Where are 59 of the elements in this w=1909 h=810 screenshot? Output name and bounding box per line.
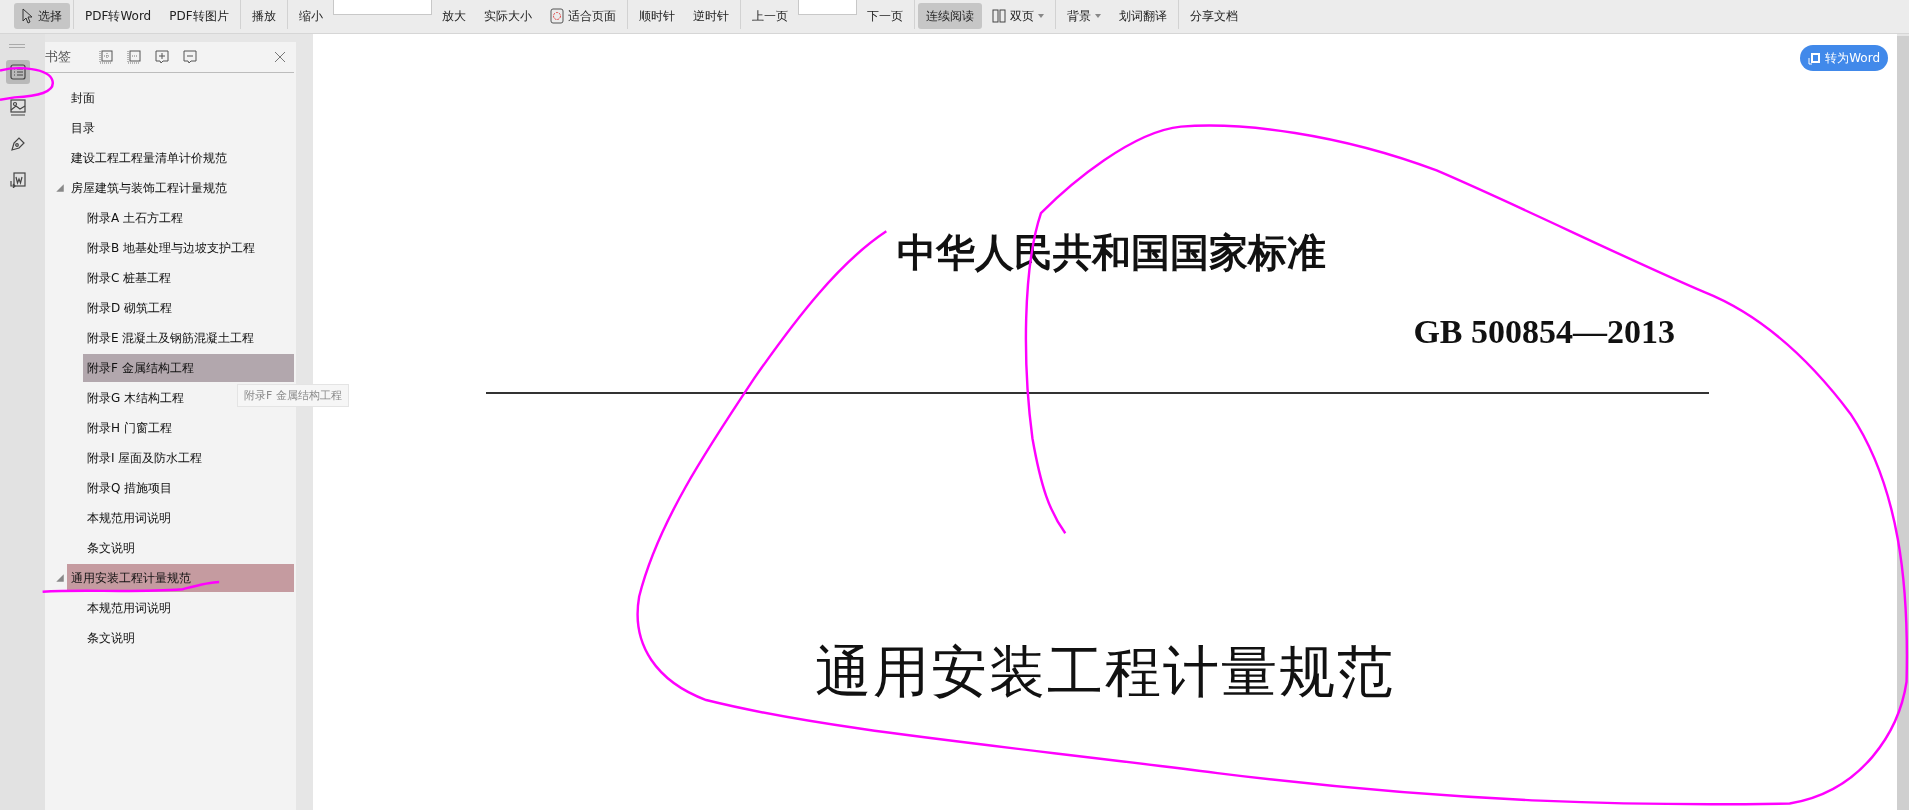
toolbar-button[interactable]: 背景	[1058, 3, 1109, 29]
document-title: 通用安装工程计量规范	[815, 638, 1395, 706]
remove-bookmark-icon[interactable]	[183, 50, 197, 64]
input-field[interactable]	[797, 0, 857, 15]
toolbar-button[interactable]: 上一页	[743, 3, 796, 29]
toolbar-button[interactable]: 下一页	[858, 3, 911, 29]
bookmark-item[interactable]: 目录	[67, 114, 294, 142]
bookmark-item[interactable]: 附录A 土石方工程	[83, 204, 294, 232]
bookmark-item[interactable]: 通用安装工程计量规范	[67, 564, 294, 592]
toolbar-button[interactable]: 连续阅读	[917, 3, 982, 29]
bookmark-item[interactable]: 建设工程工程量清单计价规范	[67, 144, 294, 172]
toolbar-button[interactable]: PDF转Word	[77, 3, 160, 29]
grip-icon	[9, 44, 25, 48]
bookmark-item[interactable]: 附录I 屋面及防水工程	[83, 444, 294, 472]
toolbar-button[interactable]: PDF转图片	[161, 3, 237, 29]
standard-number: GB 500854—2013	[1413, 313, 1675, 351]
bookmark-item[interactable]: 附录Q 措施项目	[83, 474, 294, 502]
bookmark-item[interactable]: 本规范用词说明	[83, 594, 294, 622]
toolbar-button[interactable]: 实际大小	[475, 3, 540, 29]
bookmark-item[interactable]: 附录E 混凝土及钢筋混凝土工程	[83, 324, 294, 352]
collapse-all-icon[interactable]	[127, 50, 141, 64]
bookmark-item[interactable]: 附录H 门窗工程	[83, 414, 294, 442]
convert-to-word-button[interactable]: 转为Word	[1800, 45, 1888, 71]
expand-all-icon[interactable]	[99, 50, 113, 64]
fit-page-icon	[549, 8, 564, 24]
bookmark-item[interactable]: 附录C 桩基工程	[83, 264, 294, 292]
pen-icon	[10, 136, 26, 152]
add-bookmark-icon[interactable]	[155, 50, 169, 64]
bookmark-item[interactable]: 条文说明	[83, 534, 294, 562]
toolbar-button[interactable]: 双页	[983, 3, 1052, 29]
list-icon	[10, 64, 26, 80]
convert-icon	[10, 172, 26, 188]
close-icon[interactable]	[274, 51, 286, 63]
cursor-icon	[22, 8, 34, 24]
convert-icon	[1808, 51, 1822, 65]
toolbar-button[interactable]: 适合页面	[541, 3, 624, 29]
panel-title: 书签	[45, 48, 72, 66]
toolbar-button[interactable]: 顺时针	[630, 3, 683, 29]
expand-triangle-icon[interactable]	[55, 573, 65, 583]
toolbar-button[interactable]: 放大	[433, 3, 474, 29]
toolbar-button[interactable]: 划词翻译	[1110, 3, 1175, 29]
image-icon	[10, 99, 26, 117]
toolbar-button[interactable]: 缩小	[290, 3, 331, 29]
bookmark-item[interactable]: 本规范用词说明	[83, 504, 294, 532]
tooltip: 附录F 金属结构工程	[237, 384, 349, 407]
toolbar-button[interactable]: 选择	[14, 3, 70, 29]
bookmark-item[interactable]: 房屋建筑与装饰工程计量规范	[67, 174, 294, 202]
toolbar-button[interactable]: 逆时针	[684, 3, 737, 29]
scrollbar[interactable]	[1897, 36, 1909, 810]
toolbar-button[interactable]: 分享文档	[1181, 3, 1246, 29]
book-icon	[991, 9, 1006, 23]
bookmark-item[interactable]: 附录B 地基处理与边坡支护工程	[83, 234, 294, 262]
bookmark-item[interactable]: 附录F 金属结构工程	[83, 354, 294, 382]
toolbar-button[interactable]: 播放	[243, 3, 284, 29]
bookmark-item[interactable]: 附录D 砌筑工程	[83, 294, 294, 322]
input-field[interactable]	[332, 0, 432, 15]
bookmark-item[interactable]: 封面	[67, 84, 294, 112]
bookmark-item[interactable]: 条文说明	[83, 624, 294, 652]
expand-triangle-icon[interactable]	[55, 183, 65, 193]
